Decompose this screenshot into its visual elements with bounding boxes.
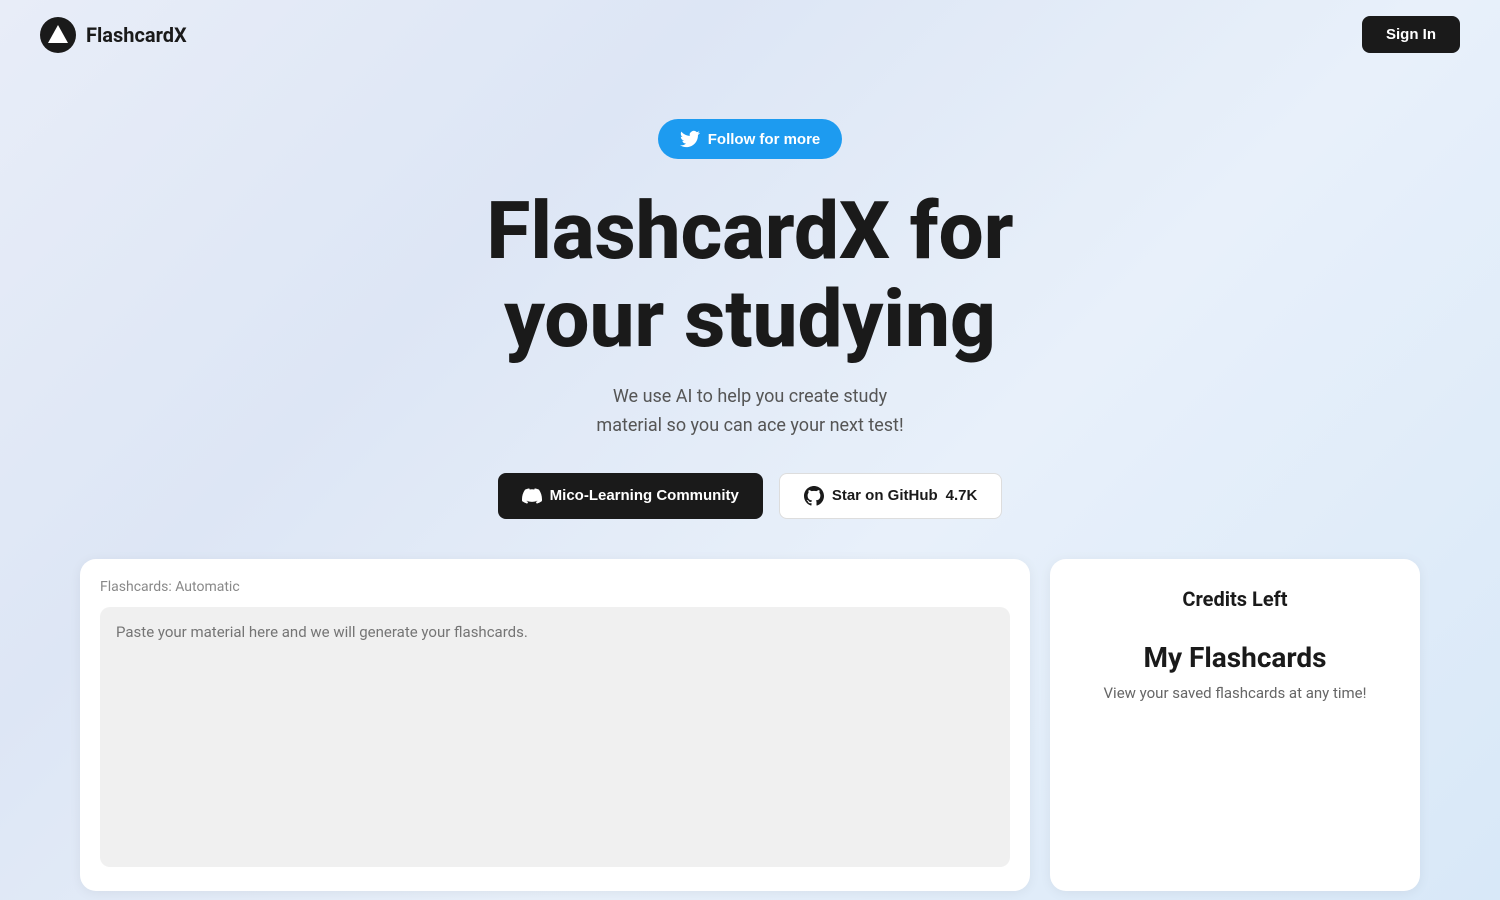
hero-subtitle-line1: We use AI to help you create study xyxy=(613,386,887,407)
github-btn-label: Star on GitHub xyxy=(832,487,938,504)
github-icon xyxy=(804,486,824,506)
flashcard-panel: Flashcards: Automatic xyxy=(80,559,1030,891)
my-flashcards-title: My Flashcards xyxy=(1074,641,1396,674)
my-flashcards-subtitle: View your saved flashcards at any time! xyxy=(1074,684,1396,702)
community-button[interactable]: Mico-Learning Community xyxy=(498,473,763,519)
hero-title: FlashcardX for your studying xyxy=(486,187,1013,363)
follow-btn-label: Follow for more xyxy=(708,131,821,148)
logo-text: FlashcardX xyxy=(86,23,187,47)
github-star-count: 4.7K xyxy=(946,487,978,504)
github-button[interactable]: Star on GitHub 4.7K xyxy=(779,473,1003,519)
logo[interactable]: FlashcardX xyxy=(40,17,187,53)
navbar: FlashcardX Sign In xyxy=(0,0,1500,69)
material-input[interactable] xyxy=(100,607,1010,867)
discord-icon xyxy=(522,486,542,506)
hero-title-line2: your studying xyxy=(504,272,996,366)
hero-subtitle: We use AI to help you create study mater… xyxy=(596,383,903,441)
credits-panel: Credits Left My Flashcards View your sav… xyxy=(1050,559,1420,891)
follow-button[interactable]: Follow for more xyxy=(658,119,843,159)
main-content: Flashcards: Automatic Credits Left My Fl… xyxy=(0,559,1500,891)
hero-subtitle-line2: material so you can ace your next test! xyxy=(596,415,903,436)
credits-title: Credits Left xyxy=(1074,587,1396,611)
community-btn-label: Mico-Learning Community xyxy=(550,487,739,504)
hero-section: Follow for more FlashcardX for your stud… xyxy=(0,69,1500,559)
twitter-icon xyxy=(680,129,700,149)
sign-in-button[interactable]: Sign In xyxy=(1362,16,1460,53)
hero-title-line1: FlashcardX for xyxy=(486,184,1013,278)
cta-buttons: Mico-Learning Community Star on GitHub 4… xyxy=(498,473,1003,519)
logo-icon xyxy=(40,17,76,53)
panel-label: Flashcards: Automatic xyxy=(100,579,1010,595)
